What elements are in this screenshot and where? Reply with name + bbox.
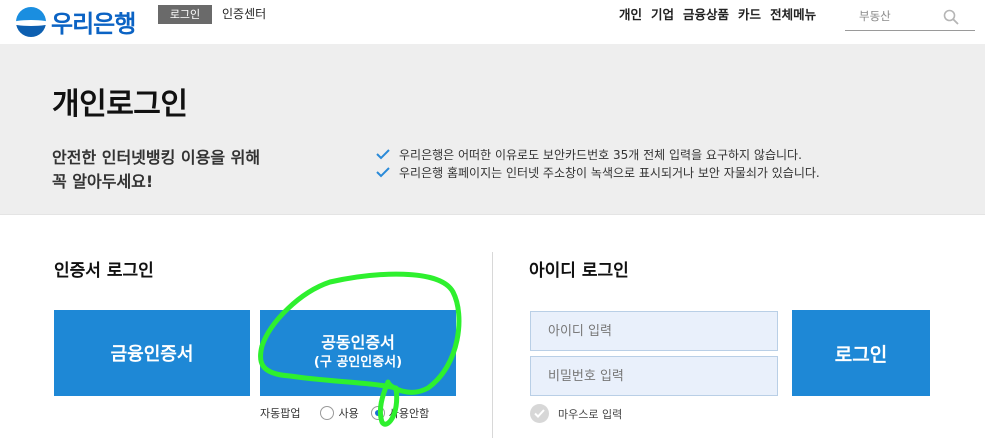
- id-input[interactable]: [530, 311, 778, 351]
- subtitle-line-2: 꼭 알아두세요!: [52, 172, 154, 191]
- logo-text: 우리은행: [51, 10, 136, 38]
- check-icon: [376, 167, 390, 178]
- nav-products[interactable]: 금융상품: [683, 5, 729, 24]
- auto-popup-row: 자동팝업 사용 사용안함: [260, 405, 429, 421]
- radio-no-use[interactable]: [370, 406, 385, 420]
- notice-item: 우리은행 홈페이지는 인터넷 주소창이 녹색으로 표시되거나 보안 자물쇠가 있…: [375, 163, 820, 181]
- notice-item: 우리은행은 어떠한 이유로도 보안카드번호 35개 전체 입력을 요구하지 않습…: [375, 145, 820, 163]
- page-title: 개인로그인: [52, 87, 188, 122]
- cert-login-title: 인증서 로그인: [54, 261, 154, 281]
- nav-card[interactable]: 카드: [738, 5, 761, 24]
- auto-popup-label: 자동팝업: [260, 407, 301, 420]
- search-box: [845, 3, 975, 31]
- search-input[interactable]: [845, 3, 940, 29]
- cert-center-link[interactable]: 인증센터: [222, 5, 266, 24]
- check-icon: [376, 149, 390, 160]
- nav-corporate[interactable]: 기업: [651, 5, 674, 24]
- top-header: 우리은행 로그인 인증센터 개인 기업 금융상품 카드 전체메뉴: [0, 0, 985, 44]
- global-nav: 개인 기업 금융상품 카드 전체메뉴: [619, 5, 816, 24]
- radio-use-label[interactable]: 사용: [338, 405, 358, 421]
- joint-cert-sublabel: (구 공인인증서): [313, 355, 403, 370]
- login-tab[interactable]: 로그인: [158, 5, 212, 24]
- mouse-input-row[interactable]: 마우스로 입력: [530, 404, 622, 423]
- id-login-title: 아이디 로그인: [529, 261, 629, 281]
- notice-text: 우리은행 홈페이지는 인터넷 주소창이 녹색으로 표시되거나 보안 자물쇠가 있…: [399, 165, 820, 180]
- search-icon[interactable]: [943, 9, 959, 25]
- notice-text: 우리은행은 어떠한 이유로도 보안카드번호 35개 전체 입력을 요구하지 않습…: [399, 147, 802, 162]
- joint-cert-button[interactable]: 공동인증서 (구 공인인증서): [260, 310, 456, 396]
- joint-cert-label: 공동인증서: [321, 333, 395, 352]
- mouse-input-check-icon[interactable]: [530, 404, 549, 423]
- password-input[interactable]: [530, 356, 778, 396]
- woori-logo[interactable]: 우리은행: [16, 4, 136, 39]
- woori-logo-icon: [16, 6, 46, 37]
- subtitle-line-1: 안전한 인터넷뱅킹 이용을 위해: [52, 148, 261, 167]
- security-notices: 우리은행은 어떠한 이유로도 보안카드번호 35개 전체 입력을 요구하지 않습…: [375, 145, 820, 181]
- safety-subtitle: 안전한 인터넷뱅킹 이용을 위해 꼭 알아두세요!: [52, 146, 342, 194]
- financial-cert-button[interactable]: 금융인증서: [54, 310, 250, 396]
- nav-all-menu[interactable]: 전체메뉴: [770, 5, 816, 24]
- section-divider: [492, 252, 493, 438]
- login-button-label: 로그인: [834, 343, 888, 366]
- radio-use[interactable]: [320, 406, 335, 420]
- radio-no-use-label[interactable]: 사용안함: [389, 405, 429, 421]
- financial-cert-label: 금융인증서: [110, 344, 194, 365]
- nav-personal[interactable]: 개인: [619, 5, 642, 24]
- mouse-input-label: 마우스로 입력: [558, 407, 623, 421]
- login-button[interactable]: 로그인: [792, 310, 930, 396]
